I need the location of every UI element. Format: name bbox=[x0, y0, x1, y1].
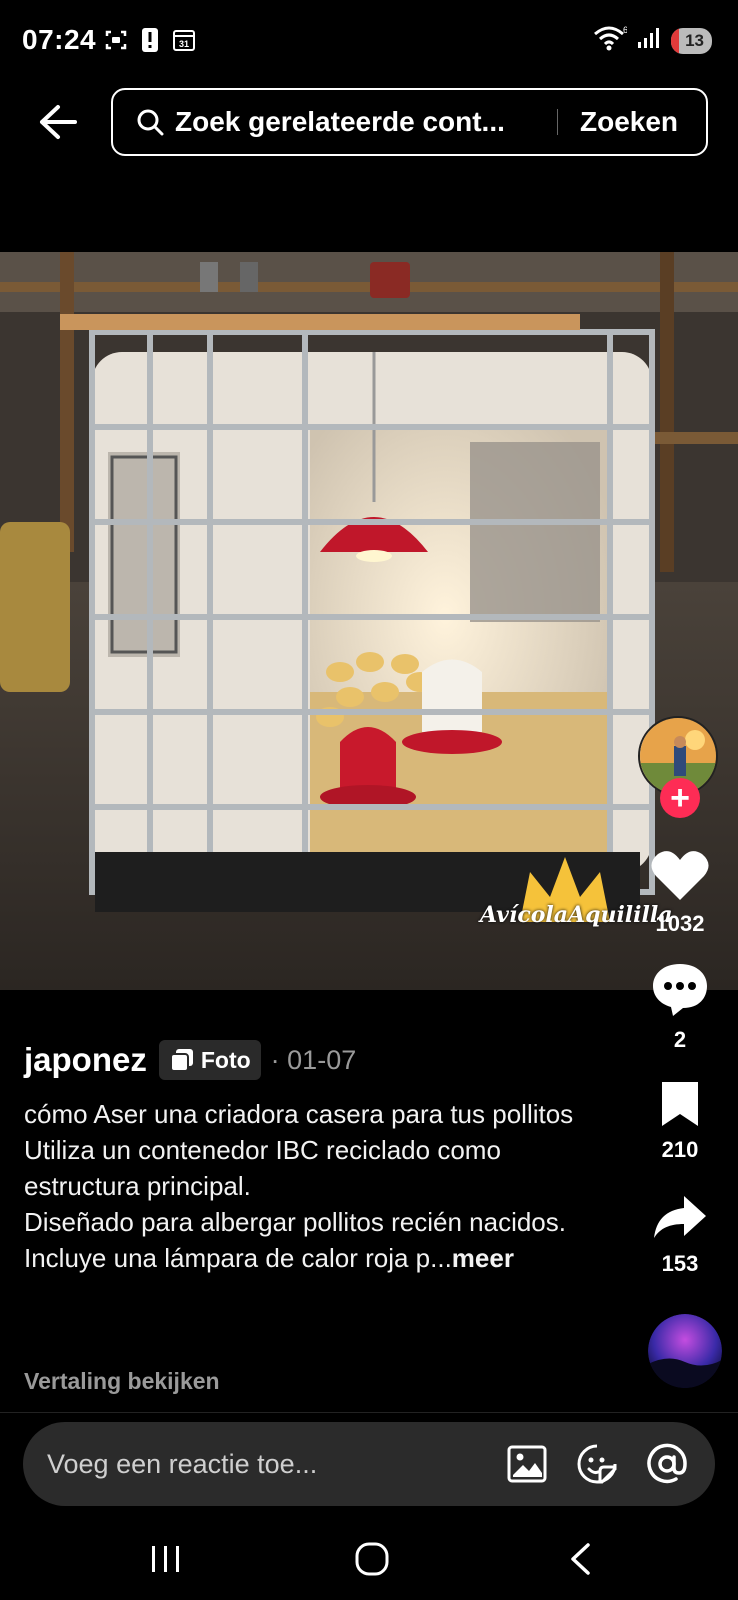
share-button[interactable]: 153 bbox=[640, 1194, 720, 1277]
back-button[interactable] bbox=[36, 100, 80, 144]
system-back-button[interactable] bbox=[550, 1534, 610, 1584]
status-time: 07:24 bbox=[22, 24, 97, 55]
author-name[interactable]: japonez bbox=[24, 1041, 147, 1079]
sound-disc[interactable] bbox=[648, 1314, 722, 1388]
search-divider bbox=[557, 109, 558, 135]
image-picker-button[interactable] bbox=[505, 1442, 549, 1486]
search-submit-button[interactable]: Zoeken bbox=[580, 106, 678, 138]
like-count: 1032 bbox=[655, 911, 705, 936]
like-button[interactable]: 1032 bbox=[640, 848, 720, 937]
svg-text:6: 6 bbox=[623, 25, 627, 35]
at-sign-icon bbox=[647, 1443, 687, 1484]
comment-bubble-icon bbox=[653, 964, 707, 1016]
mention-button[interactable] bbox=[645, 1442, 689, 1486]
comment-count: 2 bbox=[673, 1027, 687, 1052]
save-count: 210 bbox=[661, 1137, 699, 1162]
home-button[interactable] bbox=[342, 1534, 402, 1584]
battery-level: 13 bbox=[685, 30, 704, 50]
divider bbox=[0, 1412, 738, 1413]
status-bar: 07:24 31 6 13 bbox=[0, 0, 738, 84]
system-nav-bar bbox=[0, 1520, 738, 1600]
photo-badge: Foto bbox=[158, 1040, 261, 1080]
recent-apps-icon bbox=[152, 1546, 179, 1572]
post-meta: japonez Foto · 01-07 bbox=[24, 1040, 356, 1080]
home-icon bbox=[355, 1542, 389, 1576]
share-arrow-icon bbox=[654, 1196, 706, 1238]
emoji-sticker-icon bbox=[577, 1444, 617, 1484]
caption-line: cómo Aser una criadora casera para tus p… bbox=[24, 1099, 574, 1129]
photo-badge-label: Foto bbox=[200, 1046, 251, 1073]
search-icon bbox=[137, 109, 164, 136]
share-count: 153 bbox=[661, 1251, 699, 1276]
see-translation-link[interactable]: Vertaling bekijken bbox=[24, 1368, 220, 1395]
alert-icon bbox=[138, 26, 162, 54]
wifi-icon: 6 bbox=[593, 24, 628, 57]
recent-apps-button[interactable] bbox=[136, 1534, 196, 1584]
caption-line: Utiliza un contenedor IBC reciclado como… bbox=[24, 1135, 501, 1201]
back-arrow-icon bbox=[40, 105, 77, 139]
image-icon bbox=[507, 1445, 547, 1483]
caption-line: Diseñado para albergar pollitos recién n… bbox=[24, 1207, 566, 1237]
post-photo[interactable]: AvícolaAquililla bbox=[0, 252, 738, 990]
chevron-left-icon bbox=[571, 1543, 590, 1575]
sticker-button[interactable] bbox=[575, 1442, 619, 1486]
calendar-icon: 31 bbox=[172, 26, 196, 54]
creator-avatar-button[interactable]: + bbox=[638, 716, 722, 818]
comment-placeholder[interactable]: Voeg een reactie toe... bbox=[47, 1449, 505, 1480]
heart-icon bbox=[651, 851, 709, 900]
search-bar[interactable]: Zoek gerelateerde cont... Zoeken bbox=[111, 88, 708, 156]
battery-icon: 13 bbox=[671, 27, 712, 54]
signal-icon bbox=[637, 26, 661, 55]
post-date: · 01-07 bbox=[270, 1044, 357, 1075]
save-button[interactable]: 210 bbox=[640, 1080, 720, 1163]
comment-input[interactable]: Voeg een reactie toe... bbox=[23, 1422, 715, 1506]
caption-line: Incluye una lámpara de calor roja p... bbox=[24, 1243, 452, 1273]
photo-stack-icon bbox=[169, 1049, 193, 1072]
post-caption[interactable]: cómo Aser una criadora casera para tus p… bbox=[24, 1096, 604, 1276]
screenshot-icon bbox=[104, 26, 128, 54]
comment-button[interactable]: 2 bbox=[640, 962, 720, 1053]
more-link[interactable]: meer bbox=[452, 1243, 514, 1273]
follow-plus-icon[interactable]: + bbox=[660, 778, 700, 818]
bookmark-icon bbox=[662, 1082, 698, 1126]
svg-text:31: 31 bbox=[179, 39, 189, 49]
search-input[interactable]: Zoek gerelateerde cont... bbox=[175, 106, 535, 138]
